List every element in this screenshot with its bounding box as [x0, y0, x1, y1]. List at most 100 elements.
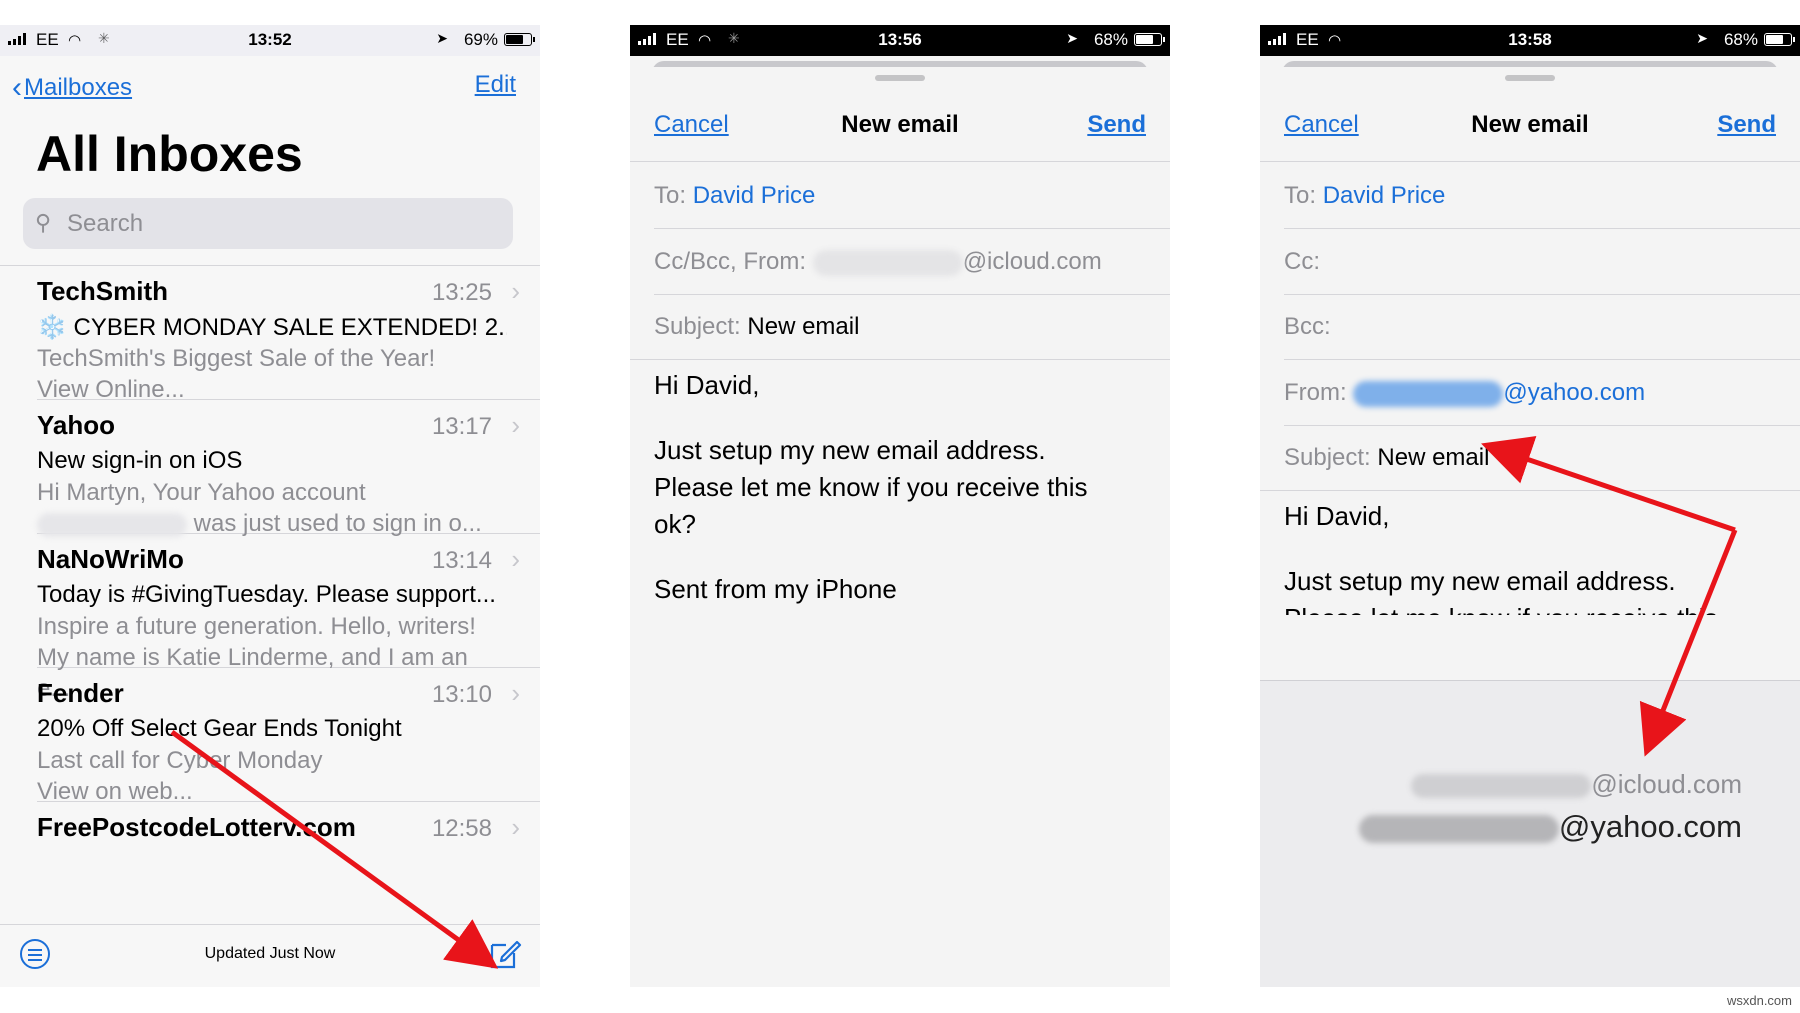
divider	[630, 161, 1170, 162]
message-body[interactable]: Hi David, Just setup my new email addres…	[1284, 498, 1774, 615]
divider	[1260, 161, 1800, 162]
ccbcc-from-field[interactable]: Cc/Bcc, From: @icloud.com	[654, 248, 1102, 276]
status-bar: EE ◠ ✳ 13:56 ➤ 68%	[630, 25, 1170, 56]
from-domain: @yahoo.com	[1503, 379, 1646, 406]
from-domain: @icloud.com	[962, 248, 1102, 275]
divider	[1284, 294, 1800, 295]
body-line: Hi David,	[1284, 501, 1390, 531]
body-line: Just setup my new email address.	[1284, 566, 1676, 596]
compose-icon[interactable]	[488, 937, 522, 971]
subject-field[interactable]: Subject: New email	[1284, 444, 1489, 472]
subject-value[interactable]: New email	[747, 313, 859, 340]
mail-time: 12:58	[431, 815, 492, 842]
redacted-email-blur	[1353, 380, 1504, 407]
chevron-right-icon: ›	[511, 276, 520, 306]
bcc-label: Bcc:	[1284, 313, 1331, 340]
cc-field[interactable]: Cc:	[1284, 248, 1320, 276]
signature: Sent from my iPhone	[654, 574, 897, 604]
all-inboxes-screen: EE ◠ ✳ 13:52 ➤ 69% ‹Mailboxes Edit All I…	[0, 25, 540, 987]
chevron-left-icon: ‹	[12, 71, 22, 104]
back-to-mailboxes-button[interactable]: ‹Mailboxes	[12, 69, 133, 104]
mail-list-item[interactable]: Fender 13:10 › 20% Off Select Gear Ends …	[37, 668, 540, 805]
send-button[interactable]: Send	[1087, 111, 1146, 139]
picker-option-domain: @icloud.com	[1591, 769, 1742, 799]
picker-option-domain: @yahoo.com	[1558, 809, 1742, 844]
compose-sheet: Cancel New email Send To: David Price Cc…	[630, 67, 1170, 987]
mail-sender: Yahoo	[37, 410, 116, 440]
mail-sender: FreePostcodeLotterv.com	[37, 812, 356, 842]
from-address-picker[interactable]: @icloud.com @yahoo.com	[1260, 680, 1800, 987]
to-label: To:	[1284, 182, 1317, 209]
send-button[interactable]: Send	[1717, 111, 1776, 139]
status-bar: EE ◠ 13:58 ➤ 68%	[1260, 25, 1800, 56]
search-bar[interactable]: ⚲	[23, 198, 513, 249]
location-arrow-icon: ➤	[436, 30, 448, 46]
redacted-email-blur	[1411, 774, 1592, 799]
ccbcc-from-label: Cc/Bcc, From:	[654, 248, 807, 275]
chevron-right-icon: ›	[511, 544, 520, 574]
subject-field[interactable]: Subject: New email	[654, 313, 859, 341]
from-label: From:	[1284, 379, 1347, 406]
mail-preview-line: TechSmith's Biggest Sale of the Year!	[37, 345, 436, 372]
status-bar: EE ◠ ✳ 13:52 ➤ 69%	[0, 25, 540, 56]
mail-list-item[interactable]: TechSmith 13:25 › ❄️ CYBER MONDAY SALE E…	[37, 266, 540, 403]
mail-list: TechSmith 13:25 › ❄️ CYBER MONDAY SALE E…	[0, 266, 540, 902]
battery-percent: 68%	[1093, 30, 1128, 49]
mail-time: 13:17	[431, 413, 492, 440]
divider	[1284, 425, 1800, 426]
subject-label: Subject:	[1284, 444, 1371, 471]
divider	[1260, 490, 1800, 491]
clock: 13:56	[878, 30, 922, 49]
mail-subject: 20% Off Select Gear Ends Tonight	[37, 715, 402, 742]
mail-subject: ❄️ CYBER MONDAY SALE EXTENDED! 2...	[37, 314, 507, 341]
update-status: Updated Just Now	[204, 945, 336, 962]
search-input[interactable]	[65, 206, 489, 242]
from-field[interactable]: From: @yahoo.com	[1284, 379, 1645, 407]
picker-option[interactable]: @icloud.com	[1411, 769, 1742, 800]
divider	[1284, 359, 1800, 360]
subject-label: Subject:	[654, 313, 741, 340]
divider	[654, 294, 1170, 295]
battery-icon	[1134, 33, 1165, 46]
sheet-grabber[interactable]	[1505, 75, 1555, 81]
to-recipient[interactable]: David Price	[1323, 182, 1446, 209]
picker-option-selected[interactable]: @yahoo.com	[1358, 809, 1742, 845]
mail-preview: Last call for Cyber Monday View on web..…	[37, 745, 507, 807]
mail-preview: TechSmith's Biggest Sale of the Year! Vi…	[37, 343, 507, 405]
edit-button[interactable]: Edit	[475, 71, 516, 99]
bcc-field[interactable]: Bcc:	[1284, 313, 1331, 341]
mail-preview-line: Last call for Cyber Monday	[37, 747, 323, 774]
body-line: Please let me know if you receive this	[1284, 600, 1774, 615]
mail-subject: New sign-in on iOS	[37, 447, 243, 474]
watermark: wsxdn.com	[1726, 993, 1792, 1008]
mail-list-item[interactable]: NaNoWriMo 13:14 › Today is #GivingTuesda…	[37, 534, 540, 702]
body-line: Hi David,	[654, 370, 760, 400]
to-field[interactable]: To: David Price	[1284, 182, 1445, 210]
sheet-grabber[interactable]	[875, 75, 925, 81]
page-title: All Inboxes	[36, 126, 303, 182]
cc-label: Cc:	[1284, 248, 1320, 275]
battery-icon	[1764, 33, 1795, 46]
bottom-toolbar: Updated Just Now	[0, 924, 540, 987]
subject-value[interactable]: New email	[1377, 444, 1489, 471]
to-recipient[interactable]: David Price	[693, 182, 816, 209]
chevron-right-icon: ›	[511, 678, 520, 708]
battery-icon	[504, 33, 535, 46]
clock: 13:52	[248, 30, 292, 49]
location-arrow-icon: ➤	[1696, 30, 1708, 46]
battery-percent: 68%	[1723, 30, 1758, 49]
message-body[interactable]: Hi David, Just setup my new email addres…	[654, 367, 1144, 608]
mail-preview-line: Inspire a future generation. Hello, writ…	[37, 613, 476, 640]
to-field[interactable]: To: David Price	[654, 182, 815, 210]
mail-list-item[interactable]: FreePostcodeLotterv.com 12:58 ›	[37, 802, 540, 902]
mail-time: 13:10	[431, 681, 492, 708]
mail-sender: TechSmith	[37, 276, 168, 306]
mail-sender: NaNoWriMo	[37, 544, 184, 574]
back-label: Mailboxes	[24, 74, 133, 101]
mail-preview: Hi Martyn, Your Yahoo account was just u…	[37, 477, 507, 539]
chevron-right-icon: ›	[511, 812, 520, 842]
compose-screen-icloud: EE ◠ ✳ 13:56 ➤ 68% Cancel New email Send…	[630, 25, 1170, 987]
mail-list-item[interactable]: Yahoo 13:17 › New sign-in on iOS Hi Mart…	[37, 400, 540, 537]
mail-preview-text: was just used to sign in o...	[193, 510, 482, 537]
mail-time: 13:14	[431, 547, 492, 574]
